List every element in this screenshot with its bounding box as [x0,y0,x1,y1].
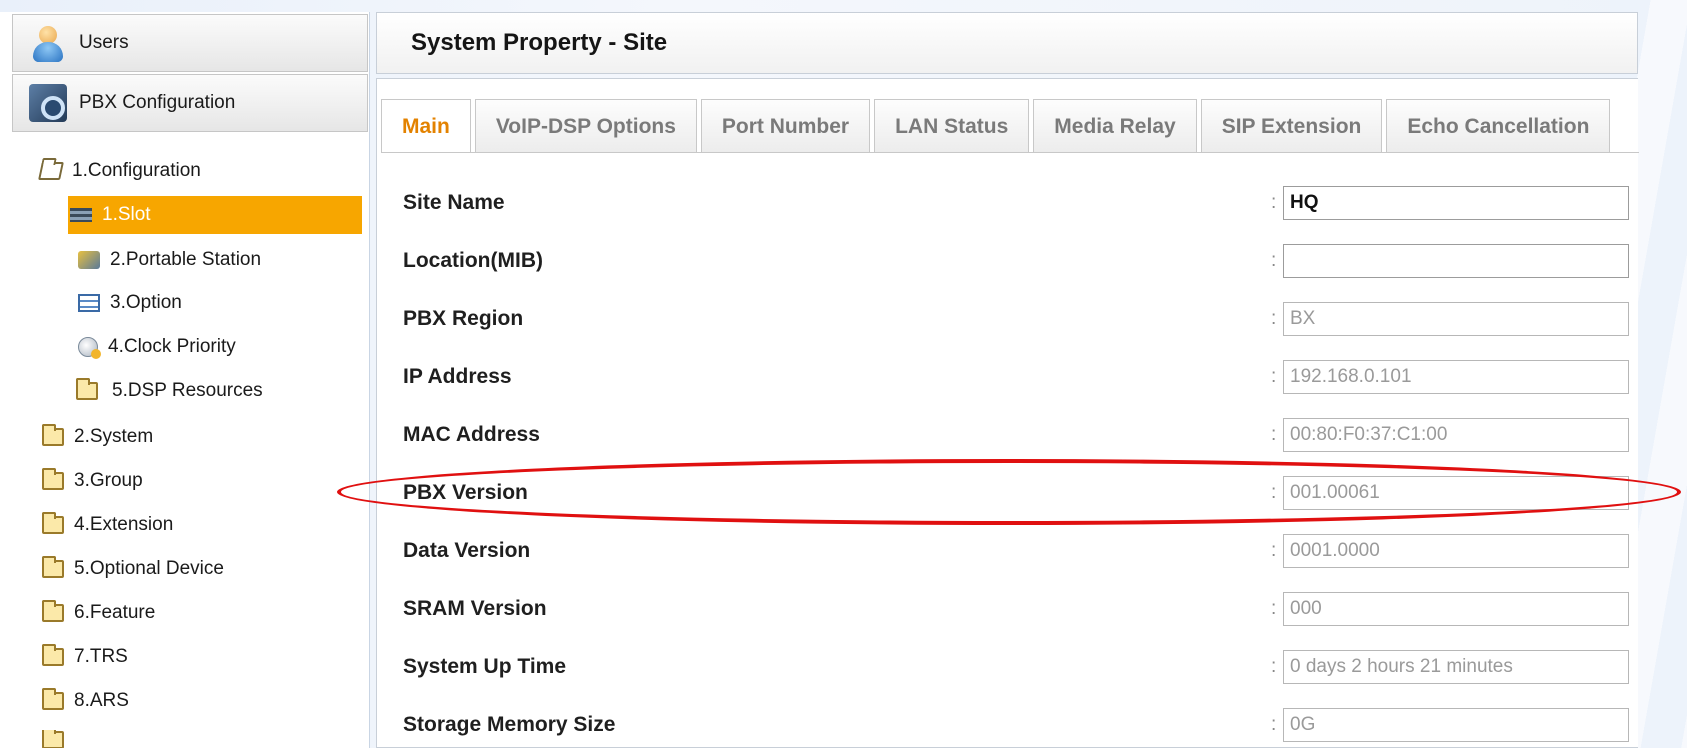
system-up-time-field [1283,650,1629,684]
field-separator: : [1271,192,1277,213]
field-row-location-mib: Location(MIB) : [377,232,1639,290]
field-separator: : [1271,366,1277,387]
field-separator: : [1271,598,1277,619]
tree-item-clock-priority[interactable]: 4.Clock Priority [78,328,236,366]
tree-item-configuration[interactable]: 1.Configuration [38,152,201,190]
data-version-field [1283,534,1629,568]
tab-lan-status[interactable]: LAN Status [874,99,1030,152]
option-icon [78,294,100,312]
field-row-pbx-region: PBX Region : [377,290,1639,348]
ip-address-field [1283,360,1629,394]
folder-icon [42,730,64,748]
slot-icon [70,208,92,222]
field-label: IP Address [403,365,512,388]
tree-item-label: 6.Feature [74,602,156,623]
site-property-panel: Main VoIP-DSP Options Port Number LAN St… [376,78,1639,748]
tree-item-label: 5.Optional Device [74,558,224,579]
field-separator: : [1271,540,1277,561]
folder-icon [42,556,64,578]
field-row-sram-version: SRAM Version : [377,580,1639,638]
tree-item-portable-station[interactable]: 2.Portable Station [78,241,261,279]
tab-port-number[interactable]: Port Number [700,99,871,152]
tree-item-label: 4.Clock Priority [108,336,236,357]
page-title: System Property - Site [411,29,668,56]
tree-item-partial[interactable] [42,730,74,748]
tree-item-extension[interactable]: 4.Extension [42,506,173,544]
field-label: Site Name [403,191,505,214]
field-label: MAC Address [403,423,540,446]
field-label: Location(MIB) [403,249,543,272]
tree-item-label: 7.TRS [74,646,128,667]
tree-item-label: 2.System [74,426,154,447]
site-name-input[interactable] [1283,186,1629,220]
mac-address-field [1283,418,1629,452]
field-separator: : [1271,308,1277,329]
tree-item-slot[interactable]: 1.Slot [68,196,362,234]
field-separator: : [1271,482,1277,503]
tree-item-system[interactable]: 2.System [42,418,153,456]
users-panel-label: Users [79,32,129,53]
field-row-site-name: Site Name : [377,174,1639,232]
tab-media-relay[interactable]: Media Relay [1033,99,1197,152]
field-label: Storage Memory Size [403,713,616,736]
folder-icon [42,468,64,490]
field-label: System Up Time [403,655,567,678]
tree-item-ars[interactable]: 8.ARS [42,682,129,720]
field-row-pbx-version: PBX Version : [377,464,1639,522]
folder-icon [42,600,64,622]
tree-item-label: 8.ARS [74,690,129,711]
tab-voip-dsp-options[interactable]: VoIP-DSP Options [474,99,697,152]
tab-main[interactable]: Main [381,99,471,152]
folder-icon [42,424,64,446]
tree-item-label: 2.Portable Station [110,249,262,270]
tree-item-label: 5.DSP Resources [112,380,263,401]
field-row-system-up-time: System Up Time : [377,638,1639,696]
folder-icon [42,688,64,710]
tree-item-label: 1.Configuration [72,160,201,181]
sram-version-field [1283,592,1629,626]
navigation-sidebar: Users PBX Configuration 1.Configuration … [0,12,370,748]
tab-sip-extension[interactable]: SIP Extension [1200,99,1383,152]
tree-item-label: 4.Extension [74,514,174,535]
location-mib-input[interactable] [1283,244,1629,278]
pbx-configuration-panel-label: PBX Configuration [79,92,236,113]
tree-item-group[interactable]: 3.Group [42,462,143,500]
clock-priority-icon [78,337,101,359]
field-row-data-version: Data Version : [377,522,1639,580]
users-panel-header[interactable]: Users [12,14,368,72]
tree-item-option[interactable]: 3.Option [78,284,182,322]
folder-open-icon [38,162,64,180]
pbx-region-field [1283,302,1629,336]
tree-item-feature[interactable]: 6.Feature [42,594,155,632]
tree-item-dsp-resources[interactable]: 5.DSP Resources [76,372,263,410]
tree-item-optional-device[interactable]: 5.Optional Device [42,550,224,588]
field-separator: : [1271,656,1277,677]
tree-item-label: 3.Option [110,292,182,313]
pbx-version-field [1283,476,1629,510]
tree-item-label: 3.Group [74,470,143,491]
field-label: PBX Version [403,481,528,504]
tab-echo-cancellation[interactable]: Echo Cancellation [1386,99,1611,152]
users-icon [29,24,67,62]
folder-icon [76,378,98,400]
field-row-ip-address: IP Address : [377,348,1639,406]
tree-item-trs[interactable]: 7.TRS [42,638,128,676]
field-row-storage-memory-size: Storage Memory Size : [377,696,1639,748]
field-separator: : [1271,424,1277,445]
pbx-configuration-icon [29,84,67,122]
tree-item-label: 1.Slot [102,204,151,225]
storage-memory-size-field [1283,708,1629,742]
tab-bar: Main VoIP-DSP Options Port Number LAN St… [381,99,1639,153]
folder-icon [42,644,64,666]
field-label: Data Version [403,539,531,562]
pbx-configuration-panel-header[interactable]: PBX Configuration [12,74,368,132]
portable-station-icon [78,251,100,269]
field-separator: : [1271,714,1277,735]
field-label: PBX Region [403,307,524,330]
field-row-mac-address: MAC Address : [377,406,1639,464]
field-separator: : [1271,250,1277,271]
folder-icon [42,512,64,534]
field-label: SRAM Version [403,597,547,620]
page-title-bar: System Property - Site [376,12,1638,74]
